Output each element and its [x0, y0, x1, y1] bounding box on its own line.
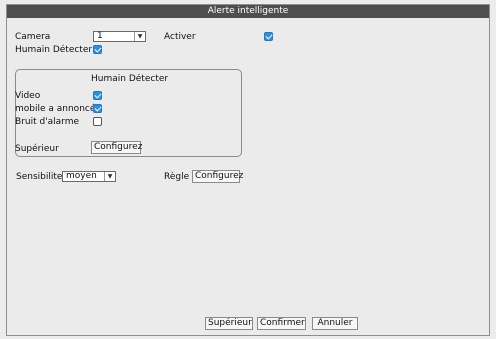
sensibilite-select-value: moyen [66, 171, 97, 181]
chevron-down-icon: ▼ [134, 32, 145, 41]
group-configurez-button[interactable]: Configurez [91, 141, 142, 154]
window-title: Alerte intelligente [7, 5, 489, 18]
camera-select[interactable]: 1 ▼ [93, 31, 146, 42]
mobile-label: mobile a annoncé [15, 104, 96, 114]
group-title: Humain Détecter [91, 74, 169, 84]
camera-select-value: 1 [97, 31, 103, 41]
regle-configurez-button[interactable]: Configurez [192, 170, 243, 183]
camera-label: Camera [15, 32, 51, 42]
activer-checkbox[interactable] [264, 32, 273, 41]
confirmer-button[interactable]: Confirmer [257, 317, 306, 330]
smart-alert-window: Alerte intelligente Camera 1 ▼ Activer H… [6, 4, 490, 336]
humain-detecter-label: Humain Détecter [15, 45, 93, 55]
bruit-checkbox[interactable] [93, 117, 102, 126]
sensibilite-label: Sensibilite [16, 172, 63, 182]
bruit-label: Bruit d'alarme [15, 117, 80, 127]
humain-detecter-checkbox[interactable] [93, 45, 102, 54]
annuler-button[interactable]: Annuler [312, 317, 358, 330]
video-checkbox[interactable] [93, 91, 102, 100]
chevron-down-icon: ▼ [104, 172, 115, 181]
activer-label: Activer [164, 32, 196, 42]
mobile-checkbox[interactable] [93, 104, 102, 113]
regle-label: Règle [164, 172, 190, 182]
video-label: Video [15, 91, 41, 101]
sensibilite-select[interactable]: moyen ▼ [62, 171, 116, 182]
superieur-button[interactable]: Supérieur [205, 317, 253, 330]
group-superieur-label: Supérieur [15, 144, 59, 154]
